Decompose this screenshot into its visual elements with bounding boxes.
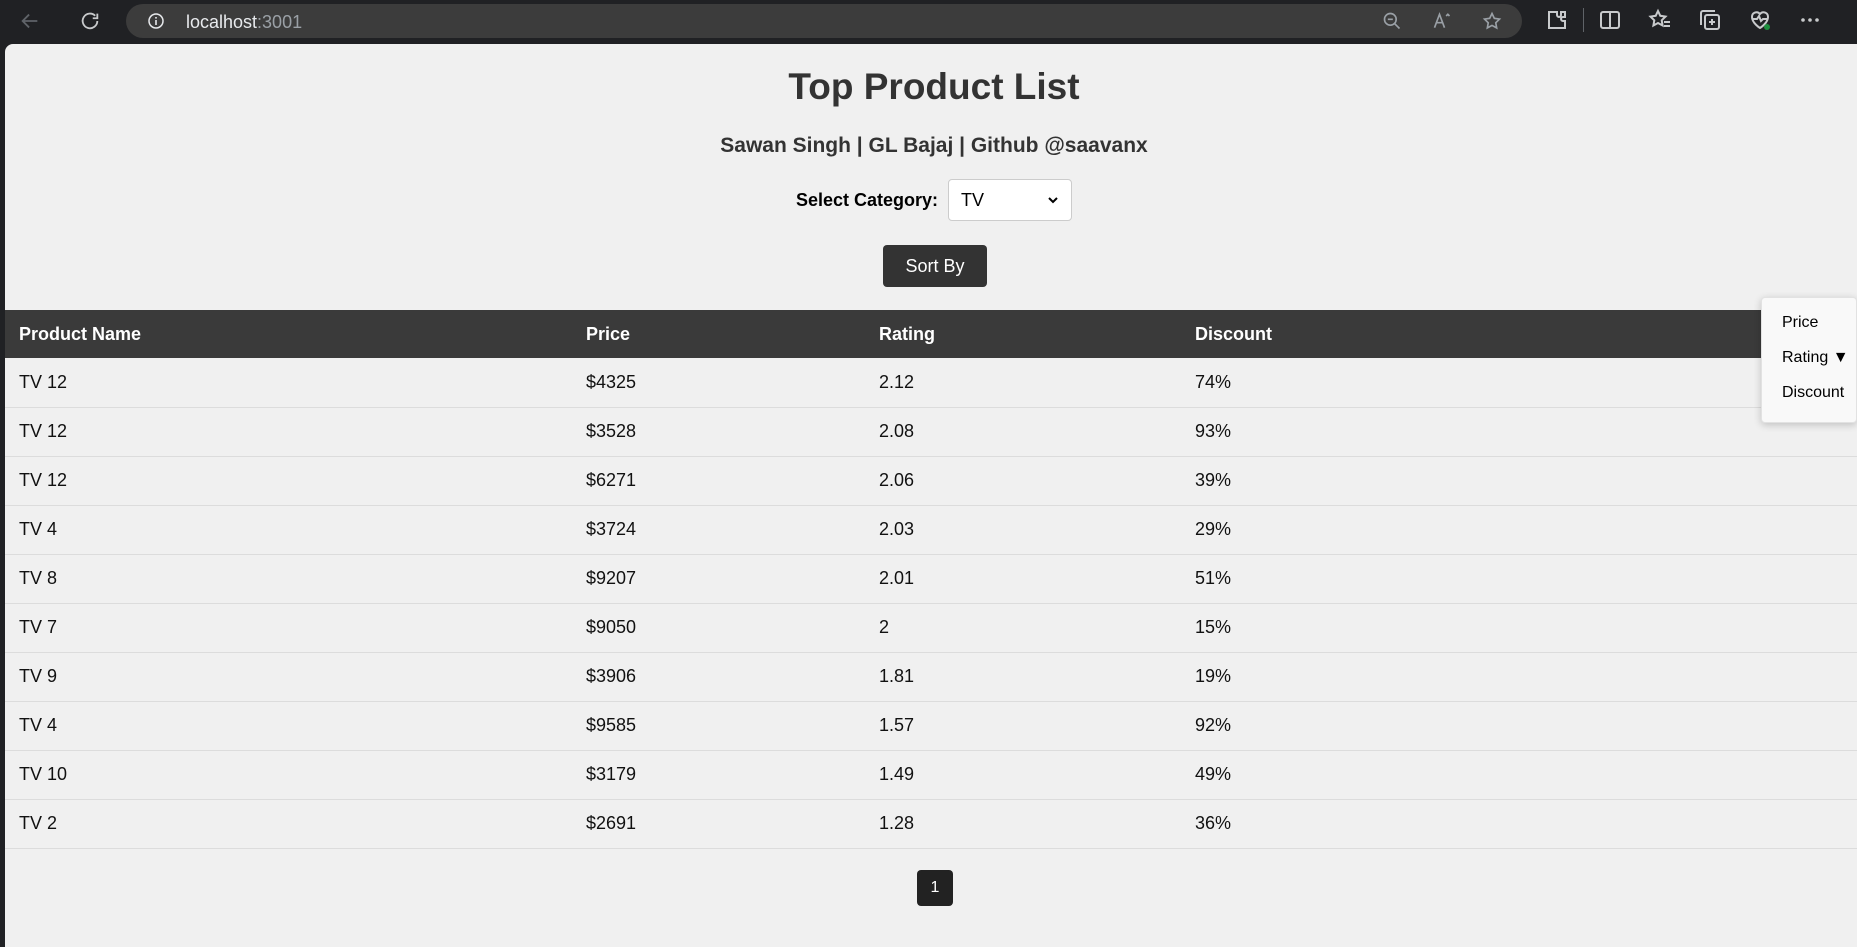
cell-discount: 29% bbox=[1181, 505, 1857, 555]
cell-discount: 51% bbox=[1181, 554, 1857, 604]
browser-toolbar: localhost:3001 bbox=[0, 0, 1857, 44]
cell-product-name: TV 2 bbox=[5, 799, 572, 849]
product-table: Product Name Price Rating Discount TV 12… bbox=[5, 310, 1857, 849]
cell-product-name: TV 4 bbox=[5, 505, 572, 555]
cell-discount: 49% bbox=[1181, 750, 1857, 800]
chevron-down-icon bbox=[1048, 197, 1058, 204]
header-discount: Discount bbox=[1181, 310, 1857, 358]
cell-rating: 1.81 bbox=[865, 652, 1181, 702]
back-arrow-icon[interactable] bbox=[12, 3, 48, 39]
table-row: TV 4 $3724 2.03 29% bbox=[5, 505, 1857, 555]
cell-price: $3528 bbox=[572, 407, 865, 457]
category-row: Select Category: TV bbox=[5, 179, 1857, 221]
cell-product-name: TV 8 bbox=[5, 554, 572, 604]
read-aloud-icon[interactable] bbox=[1432, 11, 1452, 31]
category-selected-value: TV bbox=[961, 189, 985, 210]
cell-price: $9050 bbox=[572, 603, 865, 653]
site-info-icon[interactable] bbox=[148, 13, 164, 29]
table-header-row: Product Name Price Rating Discount bbox=[5, 310, 1857, 358]
cell-rating: 2.08 bbox=[865, 407, 1181, 457]
cell-price: $2691 bbox=[572, 799, 865, 849]
sort-option-discount[interactable]: Discount bbox=[1782, 384, 1844, 402]
category-select[interactable]: TV bbox=[948, 179, 1073, 221]
cell-discount: 19% bbox=[1181, 652, 1857, 702]
cell-discount: 93% bbox=[1181, 407, 1857, 457]
sort-by-button[interactable]: Sort By bbox=[883, 245, 987, 287]
cell-product-name: TV 4 bbox=[5, 701, 572, 751]
cell-rating: 2.03 bbox=[865, 505, 1181, 555]
cell-discount: 92% bbox=[1181, 701, 1857, 751]
header-rating: Rating bbox=[865, 310, 1181, 358]
sort-dropdown-menu: Price Rating ▼ Discount bbox=[1761, 297, 1857, 423]
toolbar-divider bbox=[1583, 8, 1584, 32]
cell-product-name: TV 7 bbox=[5, 603, 572, 653]
table-row: TV 12 $4325 2.12 74% bbox=[5, 358, 1857, 408]
header-product-name: Product Name bbox=[5, 310, 572, 358]
table-row: TV 10 $3179 1.49 49% bbox=[5, 750, 1857, 800]
cell-price: $9207 bbox=[572, 554, 865, 604]
split-screen-icon[interactable] bbox=[1598, 8, 1622, 32]
collections-icon[interactable] bbox=[1698, 8, 1722, 32]
cell-price: $4325 bbox=[572, 358, 865, 408]
table-row: TV 7 $9050 2 15% bbox=[5, 603, 1857, 653]
cell-rating: 2 bbox=[865, 603, 1181, 653]
page-1-button[interactable]: 1 bbox=[917, 870, 953, 906]
cell-discount: 15% bbox=[1181, 603, 1857, 653]
reload-icon[interactable] bbox=[72, 3, 108, 39]
cell-price: $3724 bbox=[572, 505, 865, 555]
page-content: Top Product List Sawan Singh | GL Bajaj … bbox=[5, 44, 1857, 947]
address-bar[interactable]: localhost:3001 bbox=[126, 4, 1522, 38]
table-row: TV 9 $3906 1.81 19% bbox=[5, 652, 1857, 702]
category-label: Select Category: bbox=[795, 189, 939, 210]
zoom-out-icon[interactable] bbox=[1382, 11, 1402, 31]
cell-product-name: TV 12 bbox=[5, 358, 572, 408]
cell-product-name: TV 12 bbox=[5, 407, 572, 457]
cell-product-name: TV 9 bbox=[5, 652, 572, 702]
cell-price: $3906 bbox=[572, 652, 865, 702]
table-row: TV 2 $2691 1.28 36% bbox=[5, 799, 1857, 849]
extensions-icon[interactable] bbox=[1545, 8, 1569, 32]
cell-product-name: TV 10 bbox=[5, 750, 572, 800]
cell-rating: 1.28 bbox=[865, 799, 1181, 849]
cell-rating: 2.01 bbox=[865, 554, 1181, 604]
page-subtitle: Sawan Singh | GL Bajaj | Github @saavanx bbox=[720, 134, 1148, 157]
cell-price: $9585 bbox=[572, 701, 865, 751]
table-row: TV 12 $3528 2.08 93% bbox=[5, 407, 1857, 457]
cell-rating: 1.49 bbox=[865, 750, 1181, 800]
cell-price: $6271 bbox=[572, 456, 865, 506]
cell-discount: 74% bbox=[1181, 358, 1857, 408]
favorite-star-icon[interactable] bbox=[1482, 11, 1502, 31]
table-row: TV 4 $9585 1.57 92% bbox=[5, 701, 1857, 751]
more-options-icon[interactable] bbox=[1798, 8, 1822, 32]
table-row: TV 8 $9207 2.01 51% bbox=[5, 554, 1857, 604]
cell-discount: 36% bbox=[1181, 799, 1857, 849]
table-row: TV 12 $6271 2.06 39% bbox=[5, 456, 1857, 506]
cell-rating: 1.57 bbox=[865, 701, 1181, 751]
header-price: Price bbox=[572, 310, 865, 358]
cell-product-name: TV 12 bbox=[5, 456, 572, 506]
sort-option-price[interactable]: Price bbox=[1782, 314, 1818, 332]
cell-rating: 2.06 bbox=[865, 456, 1181, 506]
browser-health-icon[interactable] bbox=[1748, 8, 1772, 32]
cell-discount: 39% bbox=[1181, 456, 1857, 506]
favorites-icon[interactable] bbox=[1648, 8, 1672, 32]
cell-price: $3179 bbox=[572, 750, 865, 800]
cell-rating: 2.12 bbox=[865, 358, 1181, 408]
url-text: localhost:3001 bbox=[186, 12, 303, 32]
sort-option-rating[interactable]: Rating ▼ bbox=[1782, 349, 1849, 367]
page-title: Top Product List bbox=[788, 66, 1080, 107]
